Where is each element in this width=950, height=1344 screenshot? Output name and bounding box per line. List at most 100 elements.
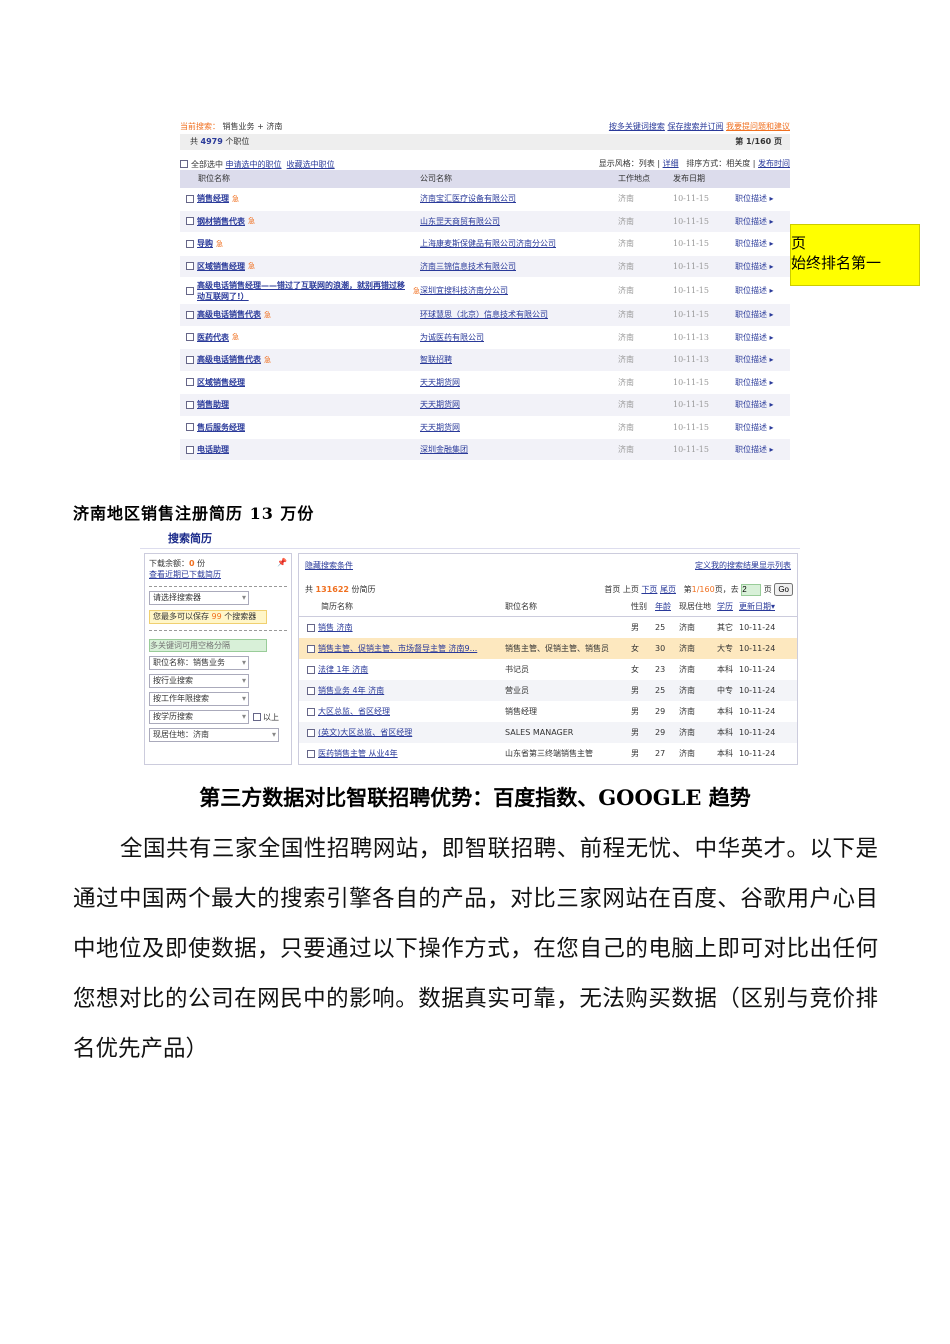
- row-checkbox[interactable]: [307, 707, 315, 716]
- feedback-link[interactable]: 我要提问题和建议: [726, 122, 790, 131]
- row-checkbox[interactable]: [186, 286, 194, 295]
- company-link[interactable]: 智联招聘: [420, 355, 452, 364]
- sex: 女: [631, 665, 639, 674]
- resume-link[interactable]: 销售主管、促销主管、市场督导主管 济南9...: [318, 643, 477, 654]
- last-page[interactable]: 尾页: [660, 585, 676, 594]
- job-title-link[interactable]: 高级电话销售代表: [197, 354, 261, 365]
- residence-select[interactable]: 现居住地：济南: [149, 728, 279, 742]
- company-link[interactable]: 深圳金融集团: [420, 445, 468, 454]
- favorite-link[interactable]: 收藏选中职位: [287, 159, 335, 170]
- company-link[interactable]: 山东罡天商贸有限公司: [420, 217, 500, 226]
- job-title-link[interactable]: 钢材销售代表: [197, 216, 245, 227]
- table-row: 销售主管、促销主管、市场督导主管 济南9... 销售主管、促销主管、销售员 女 …: [299, 638, 797, 659]
- searcher-select[interactable]: 请选择搜索器: [149, 591, 249, 605]
- job-title-link[interactable]: 医药代表: [197, 332, 229, 343]
- company-link[interactable]: 济南宝汇医疗设备有限公司: [420, 194, 516, 203]
- job-desc-link[interactable]: 职位描述 ▸: [735, 193, 774, 204]
- job-desc-link[interactable]: 职位描述 ▸: [735, 332, 774, 343]
- resume-link[interactable]: 销售业务 4年 济南: [318, 685, 384, 696]
- company-link[interactable]: 上海康麦斯保健品有限公司济南分公司: [420, 239, 556, 248]
- job-title-link[interactable]: 高级电话销售经理——错过了互联网的浪潮，就别再错过移动互联网了!）: [197, 280, 410, 302]
- table-row: 医药代表急 为诚医药有限公司 济南 10-11-13 职位描述 ▸: [180, 327, 790, 349]
- row-checkbox[interactable]: [307, 665, 315, 674]
- row-checkbox[interactable]: [307, 728, 315, 737]
- urgent-icon: 急: [248, 217, 255, 226]
- keyword-input[interactable]: [149, 639, 267, 652]
- job-title-link[interactable]: 导购: [197, 238, 213, 249]
- goto-page-input[interactable]: [741, 583, 762, 596]
- job-title-link[interactable]: 高级电话销售代表: [197, 309, 261, 320]
- date: 10-11-15: [673, 261, 709, 271]
- row-checkbox[interactable]: [186, 239, 194, 248]
- row-checkbox[interactable]: [186, 262, 194, 271]
- company-link[interactable]: 天天期货网: [420, 400, 460, 409]
- save-subscribe-link[interactable]: 保存搜索并订阅: [667, 122, 723, 131]
- prev-page[interactable]: 上页: [623, 585, 639, 594]
- multi-keyword-link[interactable]: 按多关键词搜索: [609, 122, 665, 131]
- row-checkbox[interactable]: [186, 333, 194, 342]
- job-title-link[interactable]: 售后服务经理: [197, 422, 245, 433]
- resume-link[interactable]: 医药销售主管 从业4年: [318, 748, 398, 759]
- row-checkbox[interactable]: [307, 623, 315, 632]
- job-title-link[interactable]: 销售助理: [197, 399, 229, 410]
- detail-link[interactable]: 详细: [663, 159, 679, 168]
- company-link[interactable]: 深圳宜搜科技济南分公司: [420, 286, 508, 295]
- table-row: 医药销售主管 从业4年 山东省第三终端销售主管 男 27 济南 本科 10-11…: [299, 743, 797, 764]
- company-link[interactable]: 为诚医药有限公司: [420, 333, 484, 342]
- job-title-link[interactable]: 销售经理: [197, 193, 229, 204]
- job-desc-link[interactable]: 职位描述 ▸: [735, 285, 774, 296]
- resume-link[interactable]: 大区总监、省区经理: [318, 706, 390, 717]
- pin-icon[interactable]: 📌: [277, 558, 287, 567]
- row-checkbox[interactable]: [186, 378, 194, 387]
- company-link[interactable]: 环球慧思（北京）信息技术有限公司: [420, 310, 548, 319]
- resume-link[interactable]: 法律 1年 济南: [318, 664, 368, 675]
- company-link[interactable]: 济南三锦信息技术有限公司: [420, 262, 516, 271]
- company-link[interactable]: 天天期货网: [420, 423, 460, 432]
- row-checkbox[interactable]: [186, 310, 194, 319]
- resume-link[interactable]: (英文)大区总监、省区经理: [318, 727, 412, 738]
- header-education[interactable]: 学历: [717, 601, 739, 612]
- industry-select[interactable]: 按行业搜索: [149, 674, 249, 688]
- select-all-checkbox[interactable]: [180, 160, 188, 168]
- row-checkbox[interactable]: [186, 445, 194, 454]
- job-desc-link[interactable]: 职位描述 ▸: [735, 399, 774, 410]
- years-select[interactable]: 按工作年限搜索: [149, 692, 249, 706]
- row-checkbox[interactable]: [186, 423, 194, 432]
- apply-link[interactable]: 申请选中的职位: [226, 159, 282, 170]
- job-title-link[interactable]: 区域销售经理: [197, 377, 245, 388]
- job-desc-link[interactable]: 职位描述 ▸: [735, 261, 774, 272]
- row-checkbox[interactable]: [186, 355, 194, 364]
- job-desc-link[interactable]: 职位描述 ▸: [735, 238, 774, 249]
- note-line-1: 页: [791, 234, 807, 252]
- above-checkbox[interactable]: [253, 713, 261, 721]
- job-title-link[interactable]: 电话助理: [197, 444, 229, 455]
- company-link[interactable]: 天天期货网: [420, 378, 460, 387]
- job-desc-link[interactable]: 职位描述 ▸: [735, 309, 774, 320]
- job-name-select[interactable]: 职位名称：销售业务: [149, 656, 249, 670]
- row-checkbox[interactable]: [186, 400, 194, 409]
- go-button[interactable]: Go: [774, 583, 793, 596]
- row-checkbox[interactable]: [186, 194, 194, 203]
- recent-downloads-link[interactable]: 查看近期已下载简历: [149, 570, 221, 579]
- header-age[interactable]: 年龄: [655, 601, 679, 612]
- resume-link[interactable]: 销售 济南: [318, 622, 353, 633]
- job-title-link[interactable]: 区域销售经理: [197, 261, 245, 272]
- table-row: 区域销售经理急 济南三锦信息技术有限公司 济南 10-11-15 职位描述 ▸: [180, 255, 790, 278]
- header-updated[interactable]: 更新日期▾: [739, 601, 789, 612]
- save-tip-unit: 个搜索器: [224, 612, 257, 621]
- job-desc-link[interactable]: 职位描述 ▸: [735, 422, 774, 433]
- job-desc-link[interactable]: 职位描述 ▸: [735, 444, 774, 455]
- next-page[interactable]: 下页: [641, 585, 657, 594]
- define-columns-link[interactable]: 定义我的搜索结果显示列表: [695, 560, 791, 571]
- job-desc-link[interactable]: 职位描述 ▸: [735, 216, 774, 227]
- job-desc-link[interactable]: 职位描述 ▸: [735, 354, 774, 365]
- job-desc-link[interactable]: 职位描述 ▸: [735, 377, 774, 388]
- first-page[interactable]: 首页: [604, 585, 620, 594]
- row-checkbox[interactable]: [307, 644, 315, 653]
- row-checkbox[interactable]: [186, 217, 194, 226]
- education-select[interactable]: 按学历搜索: [149, 710, 249, 724]
- sort-time-link[interactable]: 发布时间: [758, 159, 790, 168]
- row-checkbox[interactable]: [307, 686, 315, 695]
- hide-conditions-link[interactable]: 隐藏搜索条件: [305, 560, 353, 571]
- row-checkbox[interactable]: [307, 749, 315, 758]
